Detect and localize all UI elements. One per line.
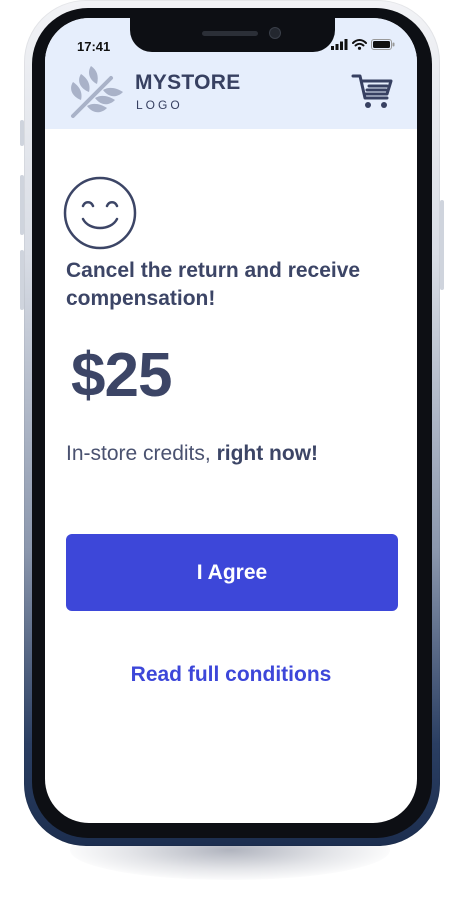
read-conditions-link[interactable]: Read full conditions <box>45 663 417 687</box>
brand-logo-label: LOGO <box>136 98 183 112</box>
device-mockup: MYSTORE LOGO 17:41 Cancel the return and… <box>0 0 462 923</box>
leaf-icon <box>71 66 123 118</box>
credits-label: In-store credits, <box>66 442 217 465</box>
side-button-left <box>20 175 24 235</box>
side-button-left <box>20 250 24 310</box>
offer-amount: $25 <box>71 341 172 410</box>
status-icons <box>331 39 395 50</box>
smiley-face-icon <box>63 176 137 250</box>
side-button-right <box>440 200 444 290</box>
speaker-grille <box>202 31 258 36</box>
wifi-icon <box>352 39 367 50</box>
cellular-signal-icon <box>331 39 348 50</box>
phone-screen: MYSTORE LOGO 17:41 Cancel the return and… <box>45 18 417 823</box>
offer-headline: Cancel the return and receive compensati… <box>66 259 361 310</box>
agree-button[interactable]: I Agree <box>66 534 398 611</box>
side-button-left <box>20 120 24 146</box>
battery-icon <box>371 39 395 50</box>
shopping-cart-icon[interactable] <box>351 70 395 110</box>
front-camera <box>270 28 280 38</box>
status-time: 17:41 <box>77 39 111 54</box>
phone-notch <box>130 18 335 52</box>
credits-text: In-store credits, right now! <box>66 442 318 466</box>
credits-emphasis: right now! <box>216 442 319 465</box>
brand-name: MYSTORE <box>135 71 241 94</box>
